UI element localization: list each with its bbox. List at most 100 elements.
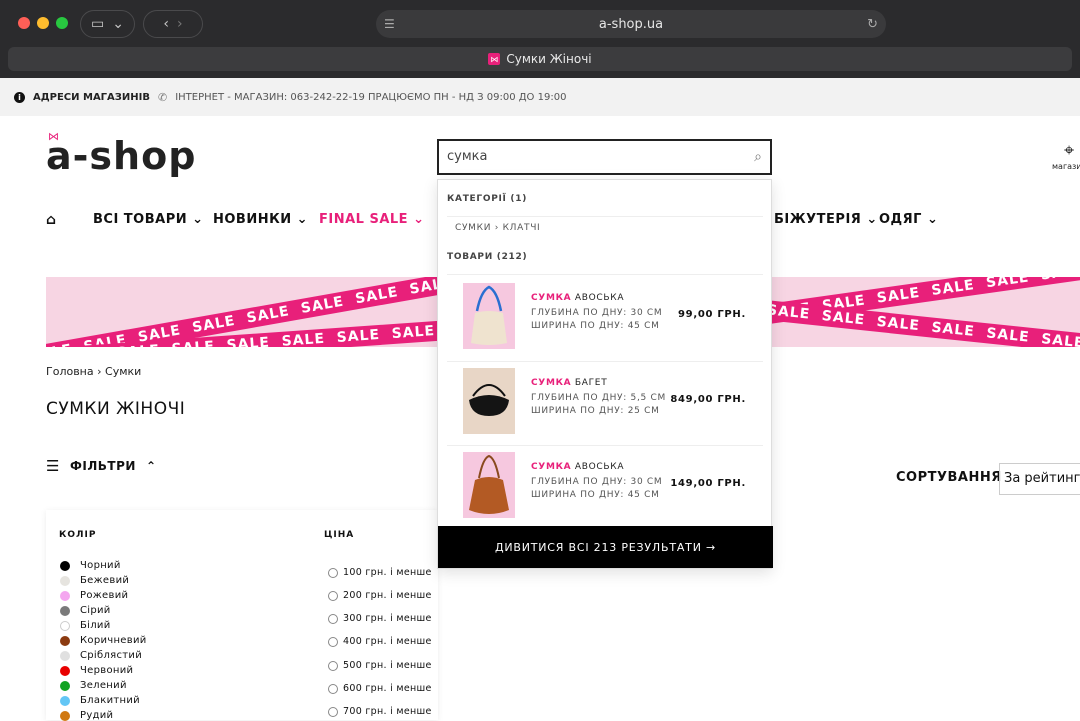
- breadcrumb-separator-icon: ›: [97, 365, 106, 378]
- color-option[interactable]: Чорний: [60, 560, 121, 571]
- history-nav: ‹ ›: [143, 10, 203, 38]
- search-input[interactable]: [447, 149, 737, 164]
- radio-button[interactable]: [328, 706, 338, 717]
- product-depth: ГЛУБИНА ПО ДНУ: 30 СМ: [531, 308, 663, 318]
- price-option[interactable]: 300 грн. і менше: [328, 613, 432, 624]
- product-suggestion[interactable]: СУМКА АВОСЬКА ГЛУБИНА ПО ДНУ: 30 СМ ШИРИ…: [447, 446, 763, 530]
- sidebar-icon: ▭: [91, 16, 105, 32]
- site-favicon-icon: ⋈: [488, 53, 501, 65]
- product-price: 849,00 ГРН.: [670, 394, 746, 405]
- color-option[interactable]: Сірий: [60, 605, 111, 616]
- price-option[interactable]: 600 грн. і менше: [328, 683, 432, 694]
- breadcrumb: Головна › Сумки: [46, 365, 141, 378]
- radio-button[interactable]: [328, 590, 338, 601]
- info-bar: i АДРЕСИ МАГАЗИНІВ ✆ ІНТЕРНЕТ - МАГАЗИН:…: [0, 78, 1080, 116]
- radio-button[interactable]: [328, 636, 338, 647]
- sidebar-toggle-button[interactable]: ▭ ⌄: [80, 10, 135, 38]
- color-swatch: [60, 635, 70, 646]
- color-option[interactable]: Рудий: [60, 710, 113, 721]
- info-icon: i: [14, 91, 25, 103]
- price-option[interactable]: 200 грн. і менше: [328, 590, 432, 601]
- product-image: [463, 452, 515, 518]
- site-logo[interactable]: a-shop: [46, 134, 196, 178]
- color-option[interactable]: Білий: [60, 620, 111, 631]
- search-icon[interactable]: ⌕: [754, 149, 762, 165]
- stores-label[interactable]: магазин: [1052, 162, 1080, 171]
- back-icon[interactable]: ‹: [163, 16, 169, 32]
- price-filter-header: ЦІНА: [324, 530, 355, 540]
- radio-button[interactable]: [328, 613, 338, 624]
- reader-icon[interactable]: ☰: [384, 17, 395, 31]
- color-swatch: [60, 560, 70, 571]
- phone-icon: ✆: [157, 90, 168, 104]
- color-swatch: [60, 605, 70, 616]
- close-window-button[interactable]: [18, 17, 30, 29]
- color-option[interactable]: Червоний: [60, 665, 133, 676]
- breadcrumb-home[interactable]: Головна: [46, 365, 94, 378]
- maximize-window-button[interactable]: [56, 17, 68, 29]
- divider: [447, 274, 763, 275]
- color-swatch: [60, 620, 70, 631]
- product-depth: ГЛУБИНА ПО ДНУ: 30 СМ: [531, 477, 663, 487]
- color-option[interactable]: Зелений: [60, 680, 127, 691]
- radio-button[interactable]: [328, 660, 338, 671]
- divider: [447, 216, 763, 217]
- product-suggestion[interactable]: СУМКА БАГЕТ ГЛУБИНА ПО ДНУ: 5,5 СМ ШИРИН…: [447, 362, 763, 446]
- color-filter-header: КОЛІР: [59, 530, 97, 540]
- product-suggestion[interactable]: СУМКА АВОСЬКА ГЛУБИНА ПО ДНУ: 30 СМ ШИРИ…: [447, 277, 763, 361]
- color-option[interactable]: Сріблястий: [60, 650, 142, 661]
- filters-toggle[interactable]: ☰ ФІЛЬТРИ ⌃: [46, 457, 157, 475]
- sale-stripe: SALE SALE SALE SALE SALE SALE: [765, 300, 1080, 347]
- nav-item-all[interactable]: ВСІ ТОВАРИ ⌄: [93, 212, 204, 227]
- breadcrumb-current: Сумки: [105, 365, 142, 378]
- page-title: СУМКИ ЖІНОЧІ: [46, 399, 186, 419]
- price-option[interactable]: 100 грн. і менше: [328, 567, 432, 578]
- product-width: ШИРИНА ПО ДНУ: 45 СМ: [531, 490, 660, 500]
- radio-button[interactable]: [328, 567, 338, 578]
- product-price: 99,00 ГРН.: [678, 309, 746, 320]
- price-option[interactable]: 400 грн. і менше: [328, 636, 432, 647]
- chevron-up-icon: ⌃: [145, 459, 157, 473]
- product-name: СУМКА АВОСЬКА: [531, 293, 625, 303]
- categories-header: КАТЕГОРІЇ (1): [447, 194, 528, 204]
- price-option[interactable]: 700 грн. і менше: [328, 706, 432, 717]
- radio-button[interactable]: [328, 683, 338, 694]
- color-option[interactable]: Рожевий: [60, 590, 128, 601]
- color-swatch: [60, 590, 70, 601]
- color-swatch: [60, 650, 70, 661]
- product-name: СУМКА БАГЕТ: [531, 378, 608, 388]
- product-name: СУМКА АВОСЬКА: [531, 462, 625, 472]
- nav-item-final-sale[interactable]: FINAL SALE ⌄: [319, 212, 424, 227]
- product-image: [463, 368, 515, 434]
- minimize-window-button[interactable]: [37, 17, 49, 29]
- product-image: [463, 283, 515, 349]
- address-bar[interactable]: ☰ a-shop.ua ↻: [376, 10, 886, 38]
- nav-item-jewelry[interactable]: БІЖУТЕРІЯ ⌄: [774, 212, 878, 227]
- category-suggestion[interactable]: СУМКИ › КЛАТЧІ: [455, 223, 540, 233]
- home-icon[interactable]: ⌂: [46, 212, 57, 228]
- color-swatch: [60, 665, 70, 676]
- sort-label: СОРТУВАННЯ: [896, 470, 1002, 485]
- stores-link[interactable]: АДРЕСИ МАГАЗИНІВ: [33, 92, 150, 103]
- search-box: ⌕: [437, 139, 772, 175]
- color-option[interactable]: Бежевий: [60, 575, 129, 586]
- reload-icon[interactable]: ↻: [867, 17, 878, 32]
- browser-chrome: ▭ ⌄ ‹ › ☰ a-shop.ua ↻ ⋈ Сумки Жіночі: [0, 0, 1080, 78]
- color-swatch: [60, 575, 70, 586]
- color-option[interactable]: Коричневий: [60, 635, 147, 646]
- tab-title: Сумки Жіночі: [506, 52, 592, 66]
- view-all-results-button[interactable]: ДИВИТИСЯ ВСІ 213 РЕЗУЛЬТАТИ →: [438, 526, 773, 568]
- product-depth: ГЛУБИНА ПО ДНУ: 5,5 СМ: [531, 393, 666, 403]
- price-option[interactable]: 500 грн. і менше: [328, 660, 432, 671]
- filters-label: ФІЛЬТРИ: [69, 459, 136, 473]
- forward-icon[interactable]: ›: [177, 16, 183, 32]
- products-header: ТОВАРИ (212): [447, 252, 528, 262]
- color-option[interactable]: Блакитний: [60, 695, 140, 706]
- phone-text: ІНТЕРНЕТ - МАГАЗИН: 063-242-22-19 ПРАЦЮЄ…: [175, 91, 567, 103]
- nav-item-clothes[interactable]: ОДЯГ ⌄: [879, 212, 938, 227]
- nav-item-new[interactable]: НОВИНКИ ⌄: [213, 212, 308, 227]
- product-price: 149,00 ГРН.: [670, 478, 746, 489]
- sort-select[interactable]: За рейтингом: [999, 463, 1080, 495]
- location-pin-icon[interactable]: ⌖: [1064, 140, 1074, 161]
- browser-tab[interactable]: ⋈ Сумки Жіночі: [8, 47, 1072, 71]
